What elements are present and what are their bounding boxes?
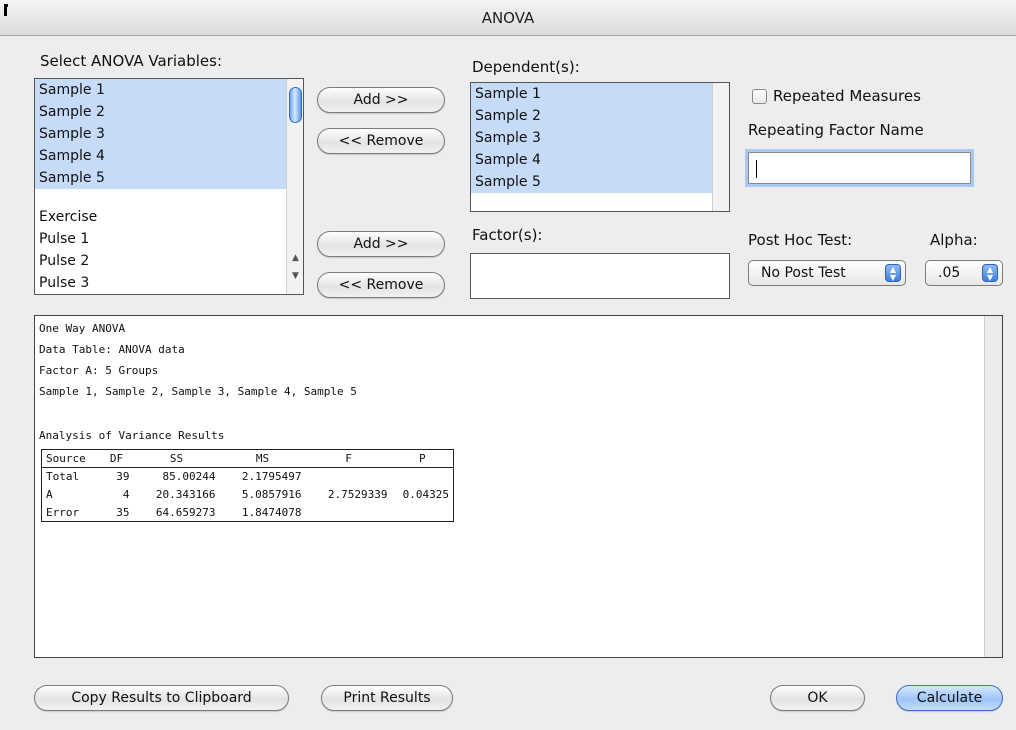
variable-item[interactable]: Sample 1: [35, 79, 105, 101]
variable-item[interactable]: Exercise: [35, 206, 97, 228]
table-cell: [306, 504, 392, 522]
table-cell: 2.1795497: [241, 470, 302, 484]
table-header-row: Source DF SS MS F P: [41, 449, 454, 468]
table-row: Total 39 85.00244 2.1795497: [42, 468, 454, 486]
table-row: Error 35 64.659273 1.8474078: [42, 504, 454, 522]
add-dependent-button[interactable]: Add >>: [317, 87, 445, 113]
ok-button[interactable]: OK: [770, 685, 865, 711]
dependent-item[interactable]: Sample 1: [471, 83, 541, 105]
repeating-factor-name-field[interactable]: [748, 152, 971, 184]
text-caret: [756, 160, 757, 178]
remove-dependent-button[interactable]: << Remove: [317, 128, 445, 154]
factors-label: Factor(s):: [472, 226, 543, 244]
column-header: P: [391, 449, 454, 468]
variables-scrollbar[interactable]: ▲ ▼: [286, 79, 303, 294]
table-cell: [392, 504, 454, 522]
dependent-item[interactable]: Sample 4: [471, 149, 541, 171]
result-line: Data Table: ANOVA data: [39, 343, 185, 356]
post-hoc-value: No Post Test: [761, 265, 846, 281]
title-bar: ANOVA: [0, 0, 1016, 36]
table-cell: 5.0857916: [241, 488, 302, 501]
variables-list[interactable]: Sample 1 Sample 2 Sample 3 Sample 4 Samp…: [34, 78, 304, 295]
results-panel[interactable]: One Way ANOVA Data Table: ANOVA data Fac…: [34, 315, 1003, 658]
repeating-factor-name-label: Repeating Factor Name: [748, 121, 924, 139]
table-cell: [306, 468, 392, 486]
variable-item[interactable]: Pulse 1: [35, 228, 89, 250]
column-header: DF: [99, 449, 134, 468]
window-title: ANOVA: [481, 9, 535, 27]
alpha-value: .05: [938, 265, 961, 281]
table-cell: A: [46, 488, 53, 501]
post-hoc-select[interactable]: No Post Test ▲ ▼: [748, 260, 906, 286]
dependent-item[interactable]: Sample 5: [471, 171, 541, 193]
column-header: F: [305, 449, 392, 468]
scroll-down-arrow-icon[interactable]: ▼: [287, 269, 303, 283]
copy-results-button[interactable]: Copy Results to Clipboard: [34, 685, 289, 711]
variable-item[interactable]: Sample 4: [35, 145, 105, 167]
column-header: SS: [133, 449, 220, 468]
print-results-button[interactable]: Print Results: [321, 685, 453, 711]
variable-item[interactable]: Pulse 2: [35, 250, 89, 272]
scroll-up-arrow-icon[interactable]: ▲: [287, 251, 303, 265]
table-cell: 0.04325: [402, 488, 449, 501]
variable-item[interactable]: Pulse 3: [35, 272, 89, 294]
column-header: MS: [219, 449, 306, 468]
add-factor-button[interactable]: Add >>: [317, 231, 445, 257]
dependent-item[interactable]: Sample 3: [471, 127, 541, 149]
table-row: A 4 20.343166 5.0857916 2.7529339 0.0432…: [42, 486, 454, 504]
dependents-list[interactable]: Sample 1 Sample 2 Sample 3 Sample 4 Samp…: [470, 82, 730, 212]
results-table-title: Analysis of Variance Results: [39, 429, 225, 442]
repeated-measures-checkbox[interactable]: [752, 89, 767, 104]
remove-factor-button[interactable]: << Remove: [317, 272, 445, 298]
updown-arrows-icon: ▲ ▼: [885, 264, 901, 282]
table-cell: Total: [46, 470, 80, 484]
table-cell: Error: [46, 505, 80, 519]
results-scrollbar[interactable]: [984, 316, 1002, 657]
variables-label: Select ANOVA Variables:: [40, 52, 222, 70]
dependent-item[interactable]: Sample 2: [471, 105, 541, 127]
scroll-thumb[interactable]: [289, 87, 302, 123]
table-cell: 20.343166: [155, 488, 216, 501]
post-hoc-label: Post Hoc Test:: [748, 231, 853, 249]
alpha-label: Alpha:: [930, 231, 978, 249]
result-line: Sample 1, Sample 2, Sample 3, Sample 4, …: [39, 385, 357, 398]
anova-results-table: Source DF SS MS F P Total 39 85.00244 2.…: [41, 449, 454, 522]
column-header: Source: [41, 449, 100, 468]
dependents-scrollbar[interactable]: [712, 83, 729, 211]
calculate-button[interactable]: Calculate: [896, 685, 1003, 711]
variable-item[interactable]: Sample 3: [35, 123, 105, 145]
table-cell: 39: [116, 470, 130, 484]
dependents-label: Dependent(s):: [472, 58, 580, 76]
table-cell: [392, 468, 454, 486]
result-line: One Way ANOVA: [39, 322, 126, 335]
variable-item[interactable]: Sample 2: [35, 101, 105, 123]
factors-list[interactable]: [470, 253, 730, 299]
table-cell: 2.7529339: [327, 488, 388, 501]
table-cell: 64.659273: [155, 505, 216, 519]
alpha-select[interactable]: .05 ▲ ▼: [925, 260, 1003, 286]
repeated-measures-label: Repeated Measures: [773, 87, 921, 105]
variable-item[interactable]: Sample 5: [35, 167, 105, 189]
table-cell: 85.00244: [162, 470, 216, 484]
updown-arrows-icon: ▲ ▼: [982, 264, 998, 282]
table-cell: 4: [122, 488, 130, 501]
table-cell: 35: [116, 505, 130, 519]
table-cell: 1.8474078: [241, 505, 302, 519]
result-line: Factor A: 5 Groups: [39, 364, 159, 377]
